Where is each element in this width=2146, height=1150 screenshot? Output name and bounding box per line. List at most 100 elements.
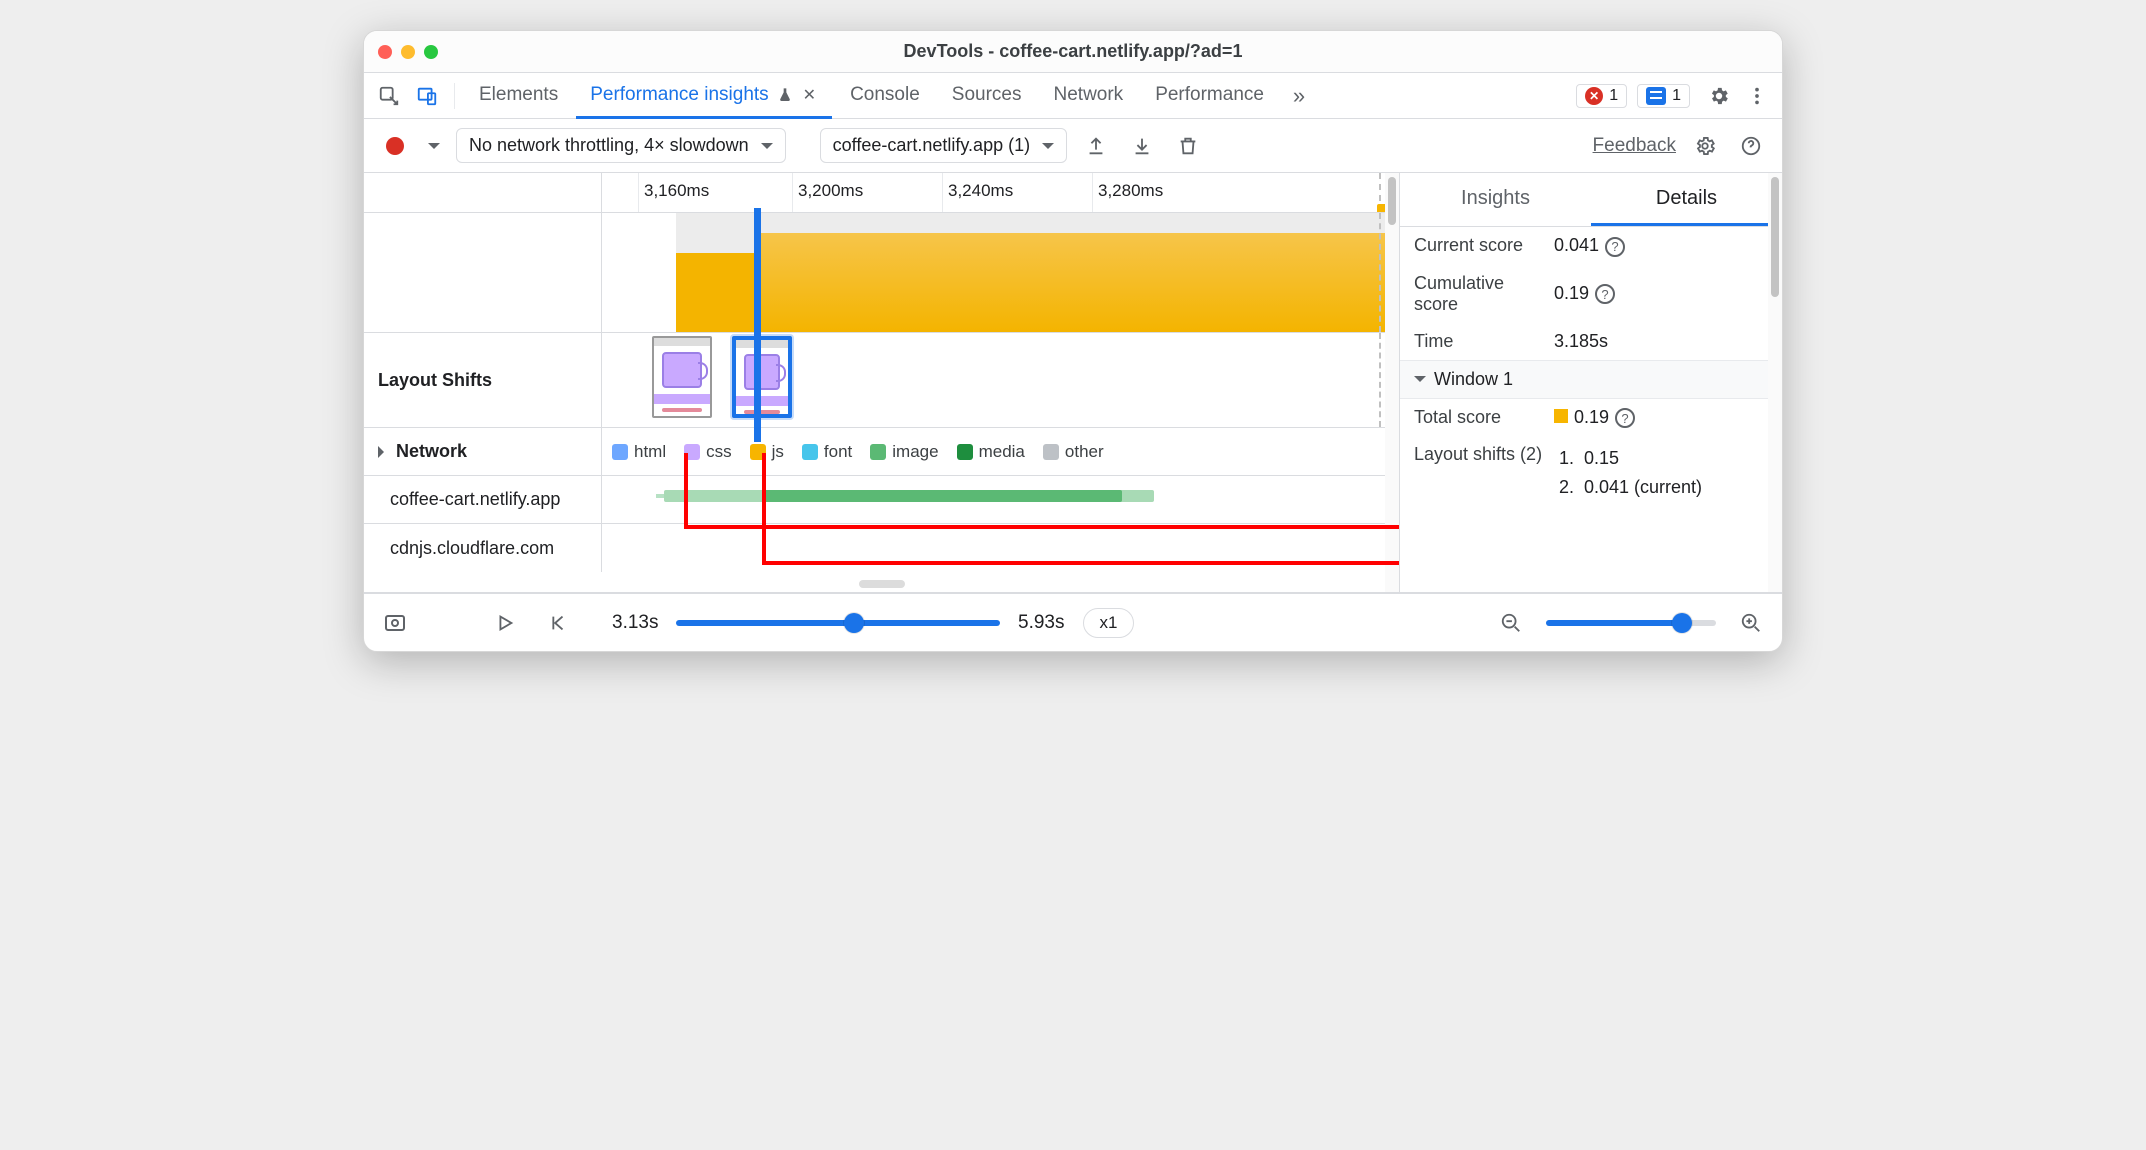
layout-shifts-row: Layout Shifts (364, 333, 1399, 428)
row-label-network[interactable]: Network (364, 428, 602, 475)
host-label: cdnjs.cloudflare.com (364, 524, 602, 572)
zoom-knob[interactable] (1672, 613, 1692, 633)
network-row-cdnjs[interactable]: cdnjs.cloudflare.com (364, 524, 1399, 572)
skip-back-icon[interactable] (540, 606, 574, 640)
inspect-element-icon[interactable] (372, 79, 406, 113)
legend-js: js (750, 442, 784, 462)
errors-badge[interactable]: ✕ 1 (1576, 84, 1627, 108)
details-tabs: Insights Details (1400, 173, 1782, 227)
titlebar: DevTools - coffee-cart.netlify.app/?ad=1 (364, 31, 1782, 73)
more-tabs-icon[interactable]: » (1282, 79, 1316, 113)
tick-label: 3,200ms (798, 181, 863, 201)
disclosure-triangle-icon (1414, 376, 1426, 388)
kv-total-score: Total score 0.19? (1400, 399, 1782, 437)
throttling-select[interactable]: No network throttling, 4× slowdown (456, 128, 786, 163)
main-area: 3,160ms 3,200ms 3,240ms 3,280ms (364, 173, 1782, 593)
network-row-coffee-cart[interactable]: coffee-cart.netlify.app (364, 476, 1399, 524)
delete-icon[interactable] (1171, 129, 1205, 163)
tick-label: 3,280ms (1098, 181, 1163, 201)
tab-elements[interactable]: Elements (465, 74, 572, 119)
flask-icon (777, 87, 793, 103)
shift-item-1[interactable]: 1. 0.15 (1554, 444, 1702, 473)
zoom-out-icon[interactable] (1494, 606, 1528, 640)
shift-item-2[interactable]: 2. 0.041 (current) (1554, 473, 1702, 502)
details-body: Current score 0.041? Cumulative score 0.… (1400, 227, 1782, 592)
record-button[interactable] (378, 129, 412, 163)
layout-shift-thumb-2-selected[interactable] (732, 336, 792, 418)
current-time-marker[interactable] (754, 208, 761, 442)
legend-other: other (1043, 442, 1104, 462)
close-tab-icon[interactable]: ✕ (801, 85, 818, 105)
devtools-window: DevTools - coffee-cart.netlify.app/?ad=1… (363, 30, 1783, 652)
playback-knob[interactable] (844, 613, 864, 633)
playback-end-time: 5.93s (1018, 612, 1064, 634)
tab-insights[interactable]: Insights (1400, 173, 1591, 226)
flame-track[interactable] (602, 213, 1399, 332)
tab-console[interactable]: Console (836, 74, 934, 119)
insights-toolbar: No network throttling, 4× slowdown coffe… (364, 119, 1782, 173)
row-label-layout-shifts: Layout Shifts (364, 333, 602, 427)
device-toolbar-icon[interactable] (410, 79, 444, 113)
shift-value: 0.041 (current) (1584, 477, 1702, 498)
settings-icon[interactable] (1702, 79, 1736, 113)
message-icon (1646, 87, 1666, 105)
tab-performance-insights[interactable]: Performance insights ✕ (576, 74, 832, 119)
layout-shifts-track[interactable] (602, 333, 1399, 427)
preview-icon[interactable] (378, 606, 412, 640)
legend-font: font (802, 442, 852, 462)
legend-html: html (612, 442, 666, 462)
help-icon[interactable]: ? (1615, 408, 1635, 428)
tab-network[interactable]: Network (1040, 74, 1138, 119)
messages-count: 1 (1672, 87, 1681, 105)
legend-css: css (684, 442, 732, 462)
score-color-swatch (1554, 409, 1568, 423)
kv-time: Time 3.185s (1400, 323, 1782, 360)
playback-slider[interactable] (676, 620, 1000, 626)
help-icon[interactable]: ? (1595, 284, 1615, 304)
timeline-vscroll[interactable] (1385, 173, 1399, 592)
zoom-in-icon[interactable] (1734, 606, 1768, 640)
help-icon[interactable]: ? (1605, 237, 1625, 257)
help-icon[interactable] (1734, 129, 1768, 163)
legend-image: image (870, 442, 938, 462)
tab-label: Sources (952, 84, 1022, 106)
shift-value: 0.15 (1584, 448, 1619, 469)
network-legend: html css js font image media other (602, 428, 1399, 475)
divider (454, 83, 455, 109)
kebab-menu-icon[interactable] (1740, 79, 1774, 113)
tab-details[interactable]: Details (1591, 173, 1782, 226)
kv-current-score: Current score 0.041? (1400, 227, 1782, 265)
feedback-link[interactable]: Feedback (1593, 135, 1676, 157)
messages-badge[interactable]: 1 (1637, 84, 1690, 108)
error-icon: ✕ (1585, 87, 1603, 105)
tab-label: Console (850, 84, 920, 106)
panel-settings-icon[interactable] (1688, 129, 1722, 163)
kv-layout-shifts: Layout shifts (2) 1. 0.15 2. 0.041 (curr… (1400, 436, 1782, 510)
tab-label: Performance insights (590, 84, 768, 106)
details-vscroll[interactable] (1768, 173, 1782, 592)
timeline-panel: 3,160ms 3,200ms 3,240ms 3,280ms (364, 173, 1400, 592)
zoom-slider[interactable] (1546, 620, 1716, 626)
playback-bar: 3.13s 5.93s x1 (364, 593, 1782, 651)
window-title: DevTools - coffee-cart.netlify.app/?ad=1 (364, 41, 1782, 62)
window-label: Window 1 (1434, 369, 1513, 390)
chevron-down-icon (761, 143, 773, 155)
layout-shift-thumb-1[interactable] (652, 336, 712, 418)
recording-value: coffee-cart.netlify.app (1) (833, 135, 1030, 156)
window-section-header[interactable]: Window 1 (1400, 360, 1782, 399)
tab-label: Performance (1155, 84, 1264, 106)
speed-pill[interactable]: x1 (1083, 608, 1135, 638)
time-ruler[interactable]: 3,160ms 3,200ms 3,240ms 3,280ms (364, 173, 1399, 213)
throttling-value: No network throttling, 4× slowdown (469, 135, 749, 156)
record-menu[interactable] (424, 129, 444, 163)
play-icon[interactable] (488, 606, 522, 640)
total-score-value: 0.19 (1574, 407, 1609, 427)
export-icon[interactable] (1079, 129, 1113, 163)
tab-sources[interactable]: Sources (938, 74, 1036, 119)
tab-label: Elements (479, 84, 558, 106)
cumulative-score-value: 0.19 (1554, 283, 1589, 303)
import-icon[interactable] (1125, 129, 1159, 163)
recording-select[interactable]: coffee-cart.netlify.app (1) (820, 128, 1067, 163)
tab-performance[interactable]: Performance (1141, 74, 1278, 119)
horizontal-scrollbar[interactable] (859, 580, 905, 588)
